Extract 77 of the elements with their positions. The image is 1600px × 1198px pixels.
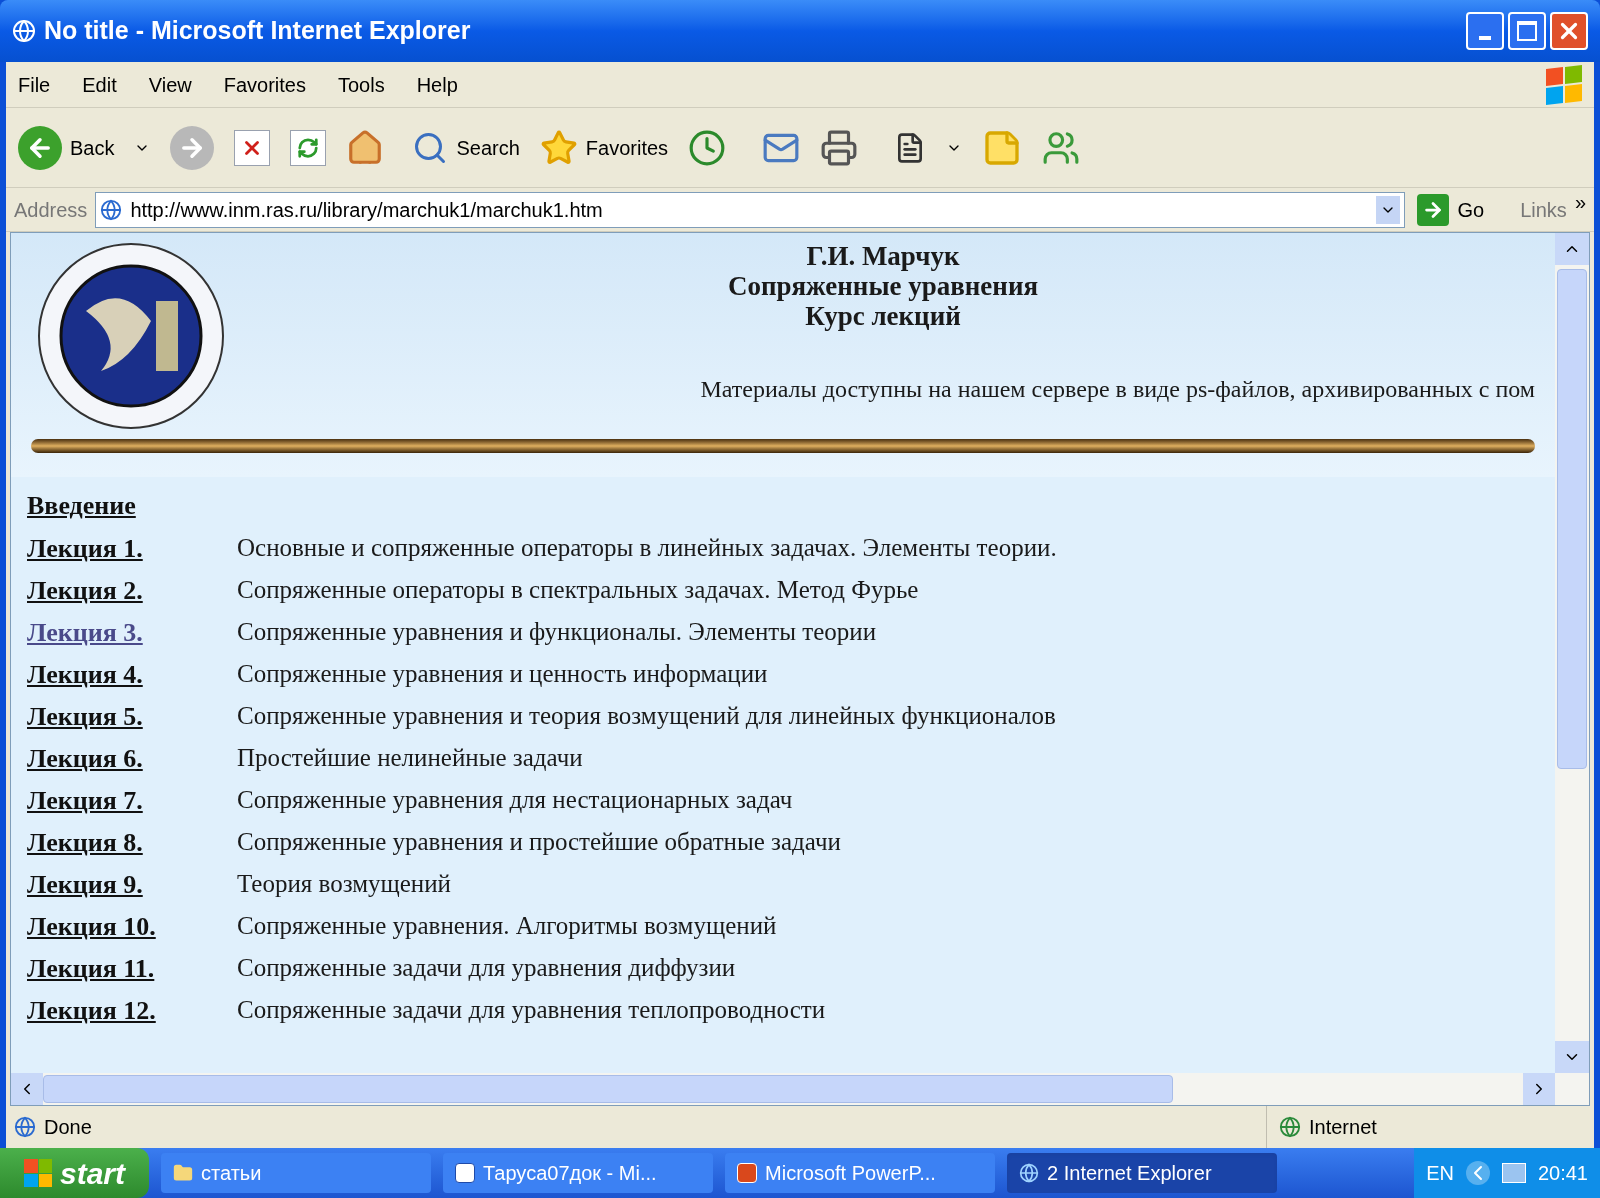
zone-text: Internet bbox=[1309, 1115, 1377, 1140]
lecture-link[interactable]: Лекция 10. bbox=[27, 906, 237, 946]
document-icon bbox=[455, 1163, 476, 1183]
lecture-link[interactable]: Лекция 7. bbox=[27, 780, 237, 820]
minimize-button[interactable] bbox=[1466, 12, 1504, 50]
lecture-link[interactable]: Лекция 4. bbox=[27, 654, 237, 694]
menu-item[interactable]: Help bbox=[416, 69, 458, 100]
lecture-link[interactable]: Лекция 5. bbox=[27, 696, 237, 736]
lecture-title: Сопряженные уравнения и простейшие обратные задачи bbox=[237, 827, 841, 858]
page-heading: Г.И. Марчук bbox=[806, 241, 960, 271]
lecture-link[interactable]: Лекция 8. bbox=[27, 822, 237, 862]
slides-icon bbox=[737, 1163, 758, 1183]
lecture-link[interactable]: Лекция 9. bbox=[27, 864, 237, 904]
taskbar-button[interactable]: Тарусa07док - Mi... bbox=[443, 1153, 714, 1193]
page-note: Материалы доступны на нашем сервере в виде ps-файлов, архивированных с пом bbox=[700, 375, 1535, 404]
page-icon bbox=[12, 19, 36, 43]
menu-item[interactable]: Favorites bbox=[223, 69, 306, 100]
window-title: No title - Microsoft Internet Explorer bbox=[44, 15, 471, 47]
stop-icon[interactable] bbox=[234, 129, 271, 166]
address-label: Address bbox=[14, 197, 88, 223]
lecture-link[interactable]: Введение bbox=[27, 485, 136, 527]
scroll-right-button[interactable] bbox=[1523, 1073, 1555, 1105]
page-status-icon bbox=[14, 1116, 36, 1138]
lecture-link[interactable]: Лекция 11. bbox=[27, 948, 237, 988]
taskbar-button[interactable]: Microsoft PowerP... bbox=[725, 1153, 996, 1193]
horizontal-scrollbar[interactable] bbox=[11, 1073, 1589, 1105]
lecture-link[interactable]: Лекция 12. bbox=[27, 990, 237, 1030]
lecture-link[interactable]: Лекция 1. bbox=[27, 528, 237, 568]
lecture-title: Сопряженные уравнения для нестационарных задач bbox=[237, 785, 793, 816]
expand-tray-icon[interactable] bbox=[1465, 1161, 1490, 1185]
address-field[interactable]: http://www.inm.ras.ru/library/marchuk1/marchuk1.htm bbox=[95, 191, 1406, 228]
lecture-link[interactable]: Лекция 6. bbox=[27, 738, 237, 778]
lecture-title: Сопряженные уравнения и теория возмущений для линейных функционалов bbox=[237, 701, 1056, 732]
menu-item[interactable]: View bbox=[148, 69, 192, 100]
page-heading: Сопряженные уравнения bbox=[727, 271, 1039, 301]
back-button[interactable]: Back bbox=[18, 125, 115, 170]
lecture-title: Сопряженные уравнения и функционалы. Элементы теории bbox=[237, 617, 877, 648]
lecture-title: Простейшие нелинейные задачи bbox=[237, 743, 583, 774]
history-icon[interactable] bbox=[688, 128, 727, 167]
menu-item[interactable]: File bbox=[18, 69, 51, 100]
lecture-title: Сопряженные задачи для уравнения диффузии bbox=[237, 953, 736, 984]
more-chevron[interactable]: » bbox=[1574, 186, 1586, 217]
browser-icon bbox=[1019, 1163, 1040, 1183]
close-button[interactable] bbox=[1550, 12, 1588, 50]
taskbar-button[interactable]: 2 Internet Explorer bbox=[1007, 1153, 1278, 1193]
refresh-icon[interactable] bbox=[290, 129, 327, 166]
star-icon bbox=[539, 128, 578, 167]
favorites-button[interactable]: Favorites bbox=[539, 128, 669, 167]
lecture-link[interactable]: Лекция 3. bbox=[27, 612, 237, 652]
status-text: Done bbox=[44, 1115, 93, 1140]
network-icon bbox=[1501, 1163, 1526, 1183]
links-label[interactable]: Links bbox=[1520, 194, 1567, 225]
lecture-title: Теория возмущений bbox=[237, 869, 451, 900]
menu-item[interactable]: Edit bbox=[82, 69, 117, 100]
page-icon bbox=[100, 198, 123, 221]
windows-flag-icon bbox=[1546, 64, 1582, 105]
folder-icon bbox=[173, 1163, 194, 1183]
lecture-title: Сопряженные операторы в спектральных задачах. Метод Фурье bbox=[237, 575, 919, 606]
lecture-title: Сопряженные уравнения. Алгоритмы возмущений bbox=[237, 911, 777, 942]
search-button[interactable]: Search bbox=[412, 129, 520, 166]
menu-item[interactable]: Tools bbox=[337, 69, 385, 100]
clock: 20:41 bbox=[1537, 1161, 1588, 1186]
print-icon[interactable] bbox=[820, 128, 859, 167]
lecture-title: Сопряженные задачи для уравнения теплопроводности bbox=[237, 995, 826, 1026]
go-button[interactable]: Go bbox=[1413, 193, 1489, 226]
page-heading: Курс лекций bbox=[805, 301, 961, 331]
globe-icon bbox=[1279, 1116, 1301, 1138]
vertical-scrollbar[interactable] bbox=[1555, 233, 1589, 1073]
lecture-link[interactable]: Лекция 2. bbox=[27, 570, 237, 610]
maximize-button[interactable] bbox=[1508, 12, 1546, 50]
scroll-left-button[interactable] bbox=[11, 1073, 43, 1105]
start-button[interactable]: start bbox=[0, 1148, 150, 1198]
taskbar-button[interactable]: статьи bbox=[161, 1153, 432, 1193]
lecture-title: Основные и сопряженные операторы в линейных задачах. Элементы теории. bbox=[237, 533, 1057, 564]
scroll-down-button[interactable] bbox=[1555, 1041, 1589, 1073]
scroll-up-button[interactable] bbox=[1555, 233, 1589, 265]
lecture-title: Сопряженные уравнения и ценность информации bbox=[237, 659, 768, 690]
